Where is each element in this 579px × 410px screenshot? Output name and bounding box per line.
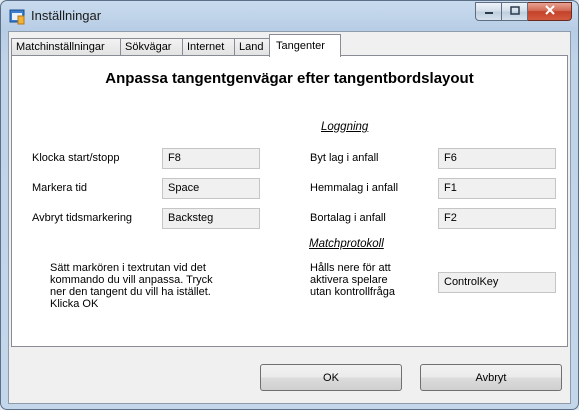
- maximize-icon: [509, 5, 520, 18]
- hold-key-field[interactable]: ControlKey: [438, 272, 556, 293]
- ok-button[interactable]: OK: [260, 364, 402, 391]
- settings-window-icon: [9, 9, 25, 25]
- tab-land[interactable]: Land: [234, 38, 271, 56]
- away-team-attacking-field[interactable]: F2: [438, 208, 556, 229]
- close-icon: [544, 5, 556, 18]
- clock-start-stop-field[interactable]: F8: [162, 148, 260, 169]
- cancel-time-marking-field[interactable]: Backsteg: [162, 208, 260, 229]
- switch-attacking-team-field[interactable]: F6: [438, 148, 556, 169]
- tab-page-tangenter: Anpassa tangentgenvägar efter tangentbor…: [11, 55, 568, 347]
- tab-tangenter[interactable]: Tangenter: [269, 34, 341, 57]
- tab-sokvagar[interactable]: Sökvägar: [120, 38, 183, 56]
- dialog-body: Matchinställningar Sökvägar Internet Lan…: [8, 31, 571, 404]
- switch-attacking-team-label: Byt lag i anfall: [310, 152, 379, 164]
- page-heading: Anpassa tangentgenvägar efter tangentbor…: [105, 70, 474, 87]
- away-team-attacking-label: Bortalag i anfall: [310, 212, 386, 224]
- clock-start-stop-label: Klocka start/stopp: [32, 152, 120, 164]
- hold-key-label: Hålls nere för att aktivera spelare utan…: [310, 262, 395, 298]
- cancel-time-marking-label: Avbryt tidsmarkering: [32, 212, 133, 224]
- maximize-button[interactable]: [502, 2, 528, 21]
- mark-time-field[interactable]: Space: [162, 178, 260, 199]
- minimize-icon: [484, 6, 494, 18]
- cancel-button[interactable]: Avbryt: [420, 364, 562, 391]
- minimize-button[interactable]: [475, 2, 502, 21]
- logging-section-title: Loggning: [321, 121, 369, 133]
- instructions-text: Sätt markören i textrutan vid det komman…: [50, 262, 213, 310]
- mark-time-label: Markera tid: [32, 182, 88, 194]
- protocol-section-title: Matchprotokoll: [309, 238, 384, 250]
- close-button[interactable]: [528, 2, 572, 21]
- tab-matchinstallningar[interactable]: Matchinställningar: [11, 38, 121, 56]
- home-team-attacking-label: Hemmalag i anfall: [310, 182, 399, 194]
- home-team-attacking-field[interactable]: F1: [438, 178, 556, 199]
- settings-window: Inställningar Matchinställningar Sökväga…: [0, 0, 579, 410]
- title-bar[interactable]: Inställningar: [1, 1, 578, 31]
- window-title: Inställningar: [31, 8, 102, 23]
- tab-internet[interactable]: Internet: [182, 38, 235, 56]
